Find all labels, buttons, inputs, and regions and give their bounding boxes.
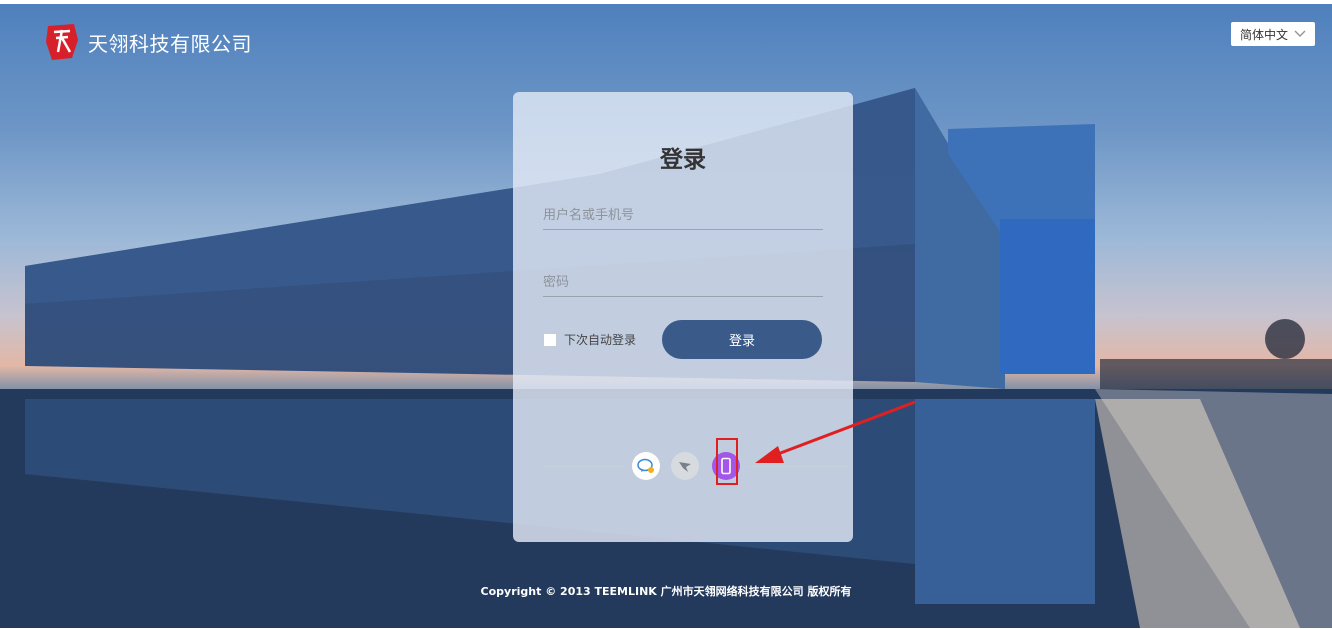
footer-copyright: Copyright © 2013 TEEMLINK 广州市天翎网络科技有限公司 … — [480, 585, 852, 598]
annotation-arrow-icon — [755, 400, 916, 463]
